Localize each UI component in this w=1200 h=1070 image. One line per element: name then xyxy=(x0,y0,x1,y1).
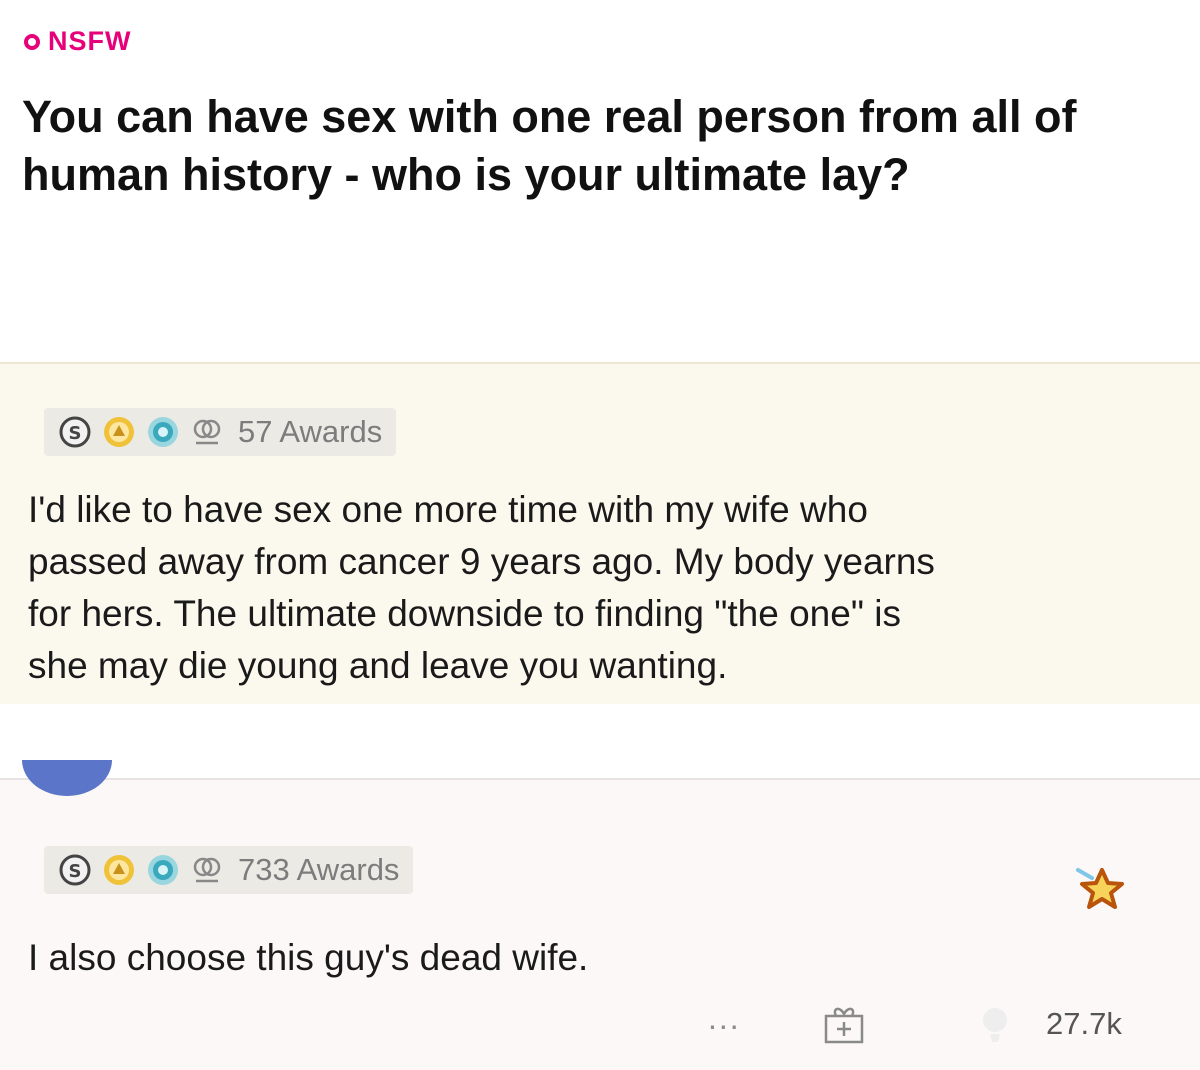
comment-line: I also choose this guy's dead wife. xyxy=(28,937,589,978)
post-title[interactable]: You can have sex with one real person fr… xyxy=(22,88,1182,204)
comment-body: I also choose this guy's dead wife. xyxy=(28,932,588,984)
wholesome-award-icon xyxy=(193,857,221,883)
wholesome-award-icon xyxy=(193,419,221,445)
comment: S 733 Awards I also choose this guy's de… xyxy=(0,760,1200,1070)
platinum-award-icon xyxy=(148,417,178,447)
awards-bar[interactable]: S 57 Awards xyxy=(44,408,397,456)
silver-award-icon: S xyxy=(59,416,91,448)
awards-bar[interactable]: S 733 Awards xyxy=(44,846,414,894)
comment-line: for hers. The ultimate downside to findi… xyxy=(28,593,901,634)
comment-actions: ... 27.7k xyxy=(0,992,1200,1052)
svg-text:S: S xyxy=(69,423,82,444)
platinum-award-icon xyxy=(148,855,178,885)
nsfw-dot-icon xyxy=(24,33,40,50)
comment-line: I'd like to have sex one more time with … xyxy=(28,489,868,530)
comment-line: she may die young and leave you wanting. xyxy=(28,645,728,686)
svg-text:S: S xyxy=(69,861,82,882)
avatar[interactable] xyxy=(22,760,112,796)
comment-line: passed away from cancer 9 years ago. My … xyxy=(28,541,935,582)
nsfw-tag: NSFW xyxy=(24,26,131,57)
comment: S 57 Awards I'd like to have sex one mor… xyxy=(0,362,1200,704)
nsfw-label: NSFW xyxy=(48,26,132,56)
silver-award-icon: S xyxy=(59,854,91,886)
gold-award-icon xyxy=(104,855,134,885)
awards-count: 57 Awards xyxy=(238,414,383,449)
gold-award-icon xyxy=(104,417,134,447)
award-star-icon[interactable] xyxy=(1070,864,1130,914)
awards-count: 733 Awards xyxy=(238,852,400,887)
vote-count: 27.7k xyxy=(1046,1006,1122,1041)
upvote-icon[interactable] xyxy=(978,1004,1012,1044)
gift-icon[interactable] xyxy=(822,1004,866,1044)
more-options-button[interactable]: ... xyxy=(708,1000,741,1037)
comment-body: I'd like to have sex one more time with … xyxy=(28,484,935,692)
